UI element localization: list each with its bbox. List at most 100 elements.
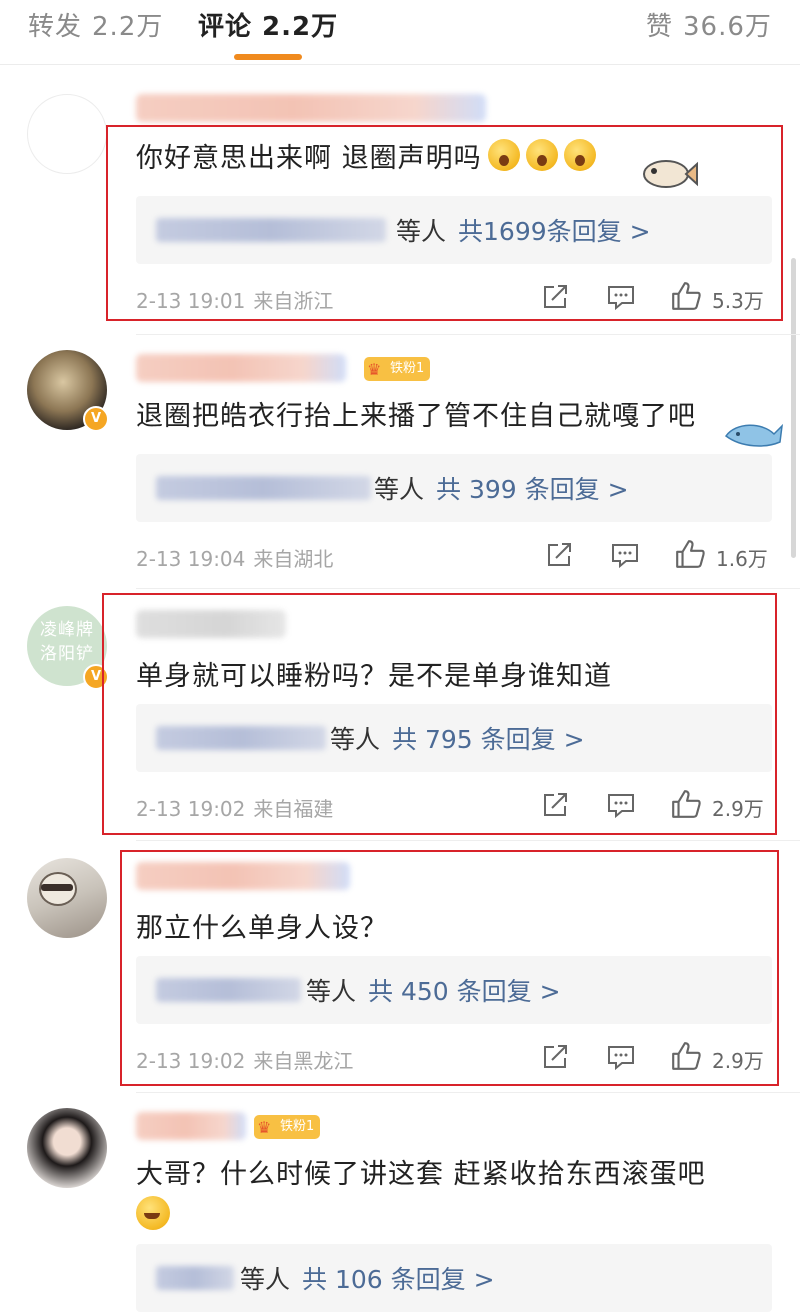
- comment-time: 2-13 19:02: [136, 1049, 246, 1073]
- view-replies-link[interactable]: 共 795 条回复 >: [392, 725, 585, 754]
- avatar-text: 凌峰牌洛阳铲: [40, 620, 94, 664]
- grin-emoji-icon: [136, 1196, 170, 1230]
- reply-suffix: 等人: [306, 977, 357, 1006]
- username-blurred[interactable]: [136, 610, 286, 638]
- tab-like-count: 36.6万: [683, 12, 772, 42]
- comment-item: 你好意思出来啊 退圈声明吗 等人 共1699条回复 > 2-13 19:01 来自浙…: [0, 82, 800, 332]
- comment-item: V ♛ 铁粉1 退圈把皓衣行抬上来播了管不住自己就嘎了吧 等人共 399 条回复 …: [0, 340, 800, 590]
- whale-sticker-icon: [724, 423, 784, 447]
- comment-text: 那立什么单身人设？: [136, 913, 388, 944]
- reply-summary: 等人共 399 条回复 >: [374, 470, 629, 506]
- comment-item: ♛ 铁粉1 大哥？什么时候了讲这套 赶紧收拾东西滚蛋吧 等人共 106 条回复 >: [0, 1098, 800, 1314]
- avatar[interactable]: [27, 858, 107, 938]
- reply-summary: 等人共 450 条回复 >: [306, 972, 561, 1008]
- username-blurred[interactable]: [136, 94, 486, 122]
- reply-suffix: 等人: [374, 475, 425, 504]
- share-icon[interactable]: [540, 790, 570, 820]
- tab-comment[interactable]: 评论 2.2万: [198, 6, 338, 43]
- reply-users-blurred: [156, 218, 386, 242]
- comment-meta: 2-13 19:04 来自湖北: [136, 543, 333, 572]
- comment-text: 单身就可以睡粉吗？是不是单身谁知道: [136, 661, 612, 692]
- view-replies-link[interactable]: 共 399 条回复 >: [436, 475, 629, 504]
- verified-v-icon: V: [83, 664, 109, 690]
- thumbs-up-icon[interactable]: [670, 788, 702, 820]
- view-replies-link[interactable]: 共 450 条回复 >: [368, 977, 561, 1006]
- reply-users-blurred: [156, 1266, 234, 1290]
- like-count: 1.6万: [716, 547, 768, 571]
- share-icon[interactable]: [544, 540, 574, 570]
- fan-badge: ♛ 铁粉1: [254, 1115, 321, 1139]
- tab-repost[interactable]: 转发 2.2万: [28, 6, 163, 43]
- comment-icon[interactable]: [610, 540, 640, 570]
- divider: [136, 1092, 800, 1093]
- like-count: 2.9万: [712, 1049, 764, 1073]
- avatar[interactable]: [27, 1108, 107, 1188]
- reply-users-blurred: [156, 726, 326, 750]
- reply-preview[interactable]: 等人共 106 条回复 >: [136, 1244, 772, 1312]
- comment-icon[interactable]: [606, 1042, 636, 1072]
- thumbs-up-icon[interactable]: [670, 1040, 702, 1072]
- comment-text: 退圈把皓衣行抬上来播了管不住自己就嘎了吧: [136, 401, 696, 432]
- divider: [136, 588, 800, 589]
- tab-like[interactable]: 赞 36.6万: [646, 6, 772, 43]
- reply-summary: 等人 共1699条回复 >: [396, 212, 651, 248]
- crown-icon: ♛: [367, 360, 382, 379]
- comment-item: 那立什么单身人设？ 等人共 450 条回复 > 2-13 19:02 来自黑龙江 …: [0, 846, 800, 1096]
- comment-time: 2-13 19:01: [136, 289, 246, 313]
- like-count: 2.9万: [712, 797, 764, 821]
- fan-badge-label: 铁粉1: [390, 361, 425, 376]
- share-icon[interactable]: [540, 282, 570, 312]
- tab-repost-count: 2.2万: [92, 12, 164, 42]
- view-replies-link[interactable]: 共 106 条回复 >: [302, 1265, 495, 1294]
- fan-badge: ♛ 铁粉1: [364, 357, 431, 381]
- comment-text: 你好意思出来啊 退圈声明吗: [136, 136, 596, 175]
- reply-preview[interactable]: 等人 共1699条回复 >: [136, 196, 772, 264]
- reply-summary: 等人共 106 条回复 >: [240, 1260, 495, 1296]
- comment-time: 2-13 19:04: [136, 547, 246, 571]
- verified-v-icon: V: [83, 406, 109, 432]
- reply-users-blurred: [156, 978, 301, 1002]
- comment-location: 来自福建: [253, 797, 334, 821]
- active-tab-indicator: [234, 54, 302, 60]
- view-replies-link[interactable]: 共1699条回复 >: [458, 217, 651, 246]
- share-icon[interactable]: [540, 1042, 570, 1072]
- comment-text-body: 你好意思出来啊 退圈声明吗: [136, 143, 482, 174]
- comment-item: 凌峰牌洛阳铲 V 单身就可以睡粉吗？是不是单身谁知道 等人共 795 条回复 >…: [0, 592, 800, 842]
- comment-location: 来自浙江: [253, 289, 334, 313]
- reply-preview[interactable]: 等人共 795 条回复 >: [136, 704, 772, 772]
- fish-sticker-icon: [643, 160, 698, 188]
- reply-suffix: 等人: [396, 217, 447, 246]
- username-blurred[interactable]: [136, 862, 350, 890]
- tab-like-label: 赞: [646, 12, 674, 42]
- reply-summary: 等人共 795 条回复 >: [330, 720, 585, 756]
- reply-preview[interactable]: 等人共 450 条回复 >: [136, 956, 772, 1024]
- comment-tabs: 转发 2.2万 评论 2.2万 赞 36.6万: [0, 0, 800, 65]
- reply-users-blurred: [156, 476, 371, 500]
- reply-preview[interactable]: 等人共 399 条回复 >: [136, 454, 772, 522]
- comment-meta: 2-13 19:02 来自福建: [136, 793, 333, 822]
- like-count: 5.3万: [712, 289, 764, 313]
- divider: [136, 840, 800, 841]
- avatar[interactable]: [27, 94, 107, 174]
- tab-repost-label: 转发: [28, 12, 83, 42]
- crown-icon: ♛: [257, 1118, 272, 1137]
- thumbs-up-icon[interactable]: [670, 280, 702, 312]
- divider: [136, 334, 800, 335]
- shocked-emoji-icon: [487, 139, 520, 171]
- comment-time: 2-13 19:02: [136, 797, 246, 821]
- shocked-emoji-icon: [563, 139, 596, 171]
- fan-badge-label: 铁粉1: [280, 1119, 315, 1134]
- username-blurred[interactable]: [136, 354, 346, 382]
- tab-comment-label: 评论: [198, 12, 253, 42]
- comment-text: 大哥？什么时候了讲这套 赶紧收拾东西滚蛋吧: [136, 1159, 706, 1190]
- comment-location: 来自湖北: [253, 547, 334, 571]
- comment-location: 来自黑龙江: [253, 1049, 354, 1073]
- comment-meta: 2-13 19:01 来自浙江: [136, 285, 333, 314]
- tab-comment-count: 2.2万: [262, 12, 339, 42]
- comment-meta: 2-13 19:02 来自黑龙江: [136, 1045, 353, 1074]
- thumbs-up-icon[interactable]: [674, 538, 706, 570]
- comment-icon[interactable]: [606, 790, 636, 820]
- username-blurred[interactable]: [136, 1112, 246, 1140]
- comment-icon[interactable]: [606, 282, 636, 312]
- reply-suffix: 等人: [240, 1265, 291, 1294]
